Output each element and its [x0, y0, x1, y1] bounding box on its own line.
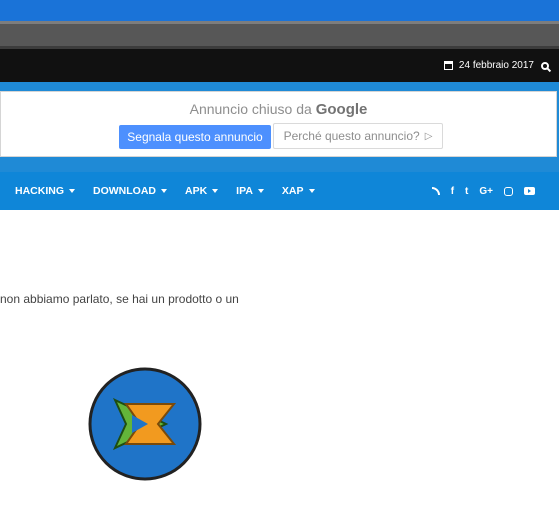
google-brand: Google: [315, 101, 368, 118]
facebook-icon[interactable]: f: [451, 186, 454, 197]
youtube-icon[interactable]: [524, 187, 535, 195]
nav-label: IPA: [236, 185, 253, 197]
nav-label: XAP: [281, 185, 304, 197]
ad-closed-title: Annuncio chiuso da Google: [1, 101, 556, 118]
nav-label: HACKING: [15, 185, 64, 197]
nav-label: APK: [185, 185, 208, 197]
browser-top-bar: [0, 0, 559, 21]
rss-icon[interactable]: [431, 187, 440, 195]
why-this-ad-label: Perché questo annuncio?: [283, 129, 420, 143]
nav-item-apk[interactable]: APK: [185, 185, 219, 197]
caret-down-icon: [308, 189, 315, 193]
social-links: f t G+: [421, 172, 535, 210]
twitter-icon[interactable]: t: [465, 186, 468, 197]
instagram-icon[interactable]: [504, 186, 513, 196]
main-nav: HACKING DOWNLOAD APK IPA XAP f t G+: [0, 172, 559, 210]
nav-item-ipa[interactable]: IPA: [236, 185, 264, 197]
google-plus-icon[interactable]: G+: [479, 186, 493, 197]
ad-title-prefix: Annuncio chiuso da: [189, 101, 316, 117]
date-label: 24 febbraio 2017: [458, 60, 534, 71]
article-text: non abbiamo parlato, se hai un prodotto …: [0, 292, 239, 306]
browser-toolbar-strip: [0, 21, 559, 49]
app-logo: [88, 367, 202, 481]
nav-label: DOWNLOAD: [93, 185, 156, 197]
caret-down-icon: [257, 189, 264, 193]
caret-down-icon: [212, 189, 219, 193]
nav-item-download[interactable]: DOWNLOAD: [93, 185, 167, 197]
search-icon[interactable]: [541, 61, 549, 70]
ad-closed-box: Annuncio chiuso da Google Segnala questo…: [0, 91, 557, 157]
nav-item-xap[interactable]: XAP: [282, 185, 315, 197]
nav-item-hacking[interactable]: HACKING: [15, 185, 75, 197]
top-bar: 24 febbraio 2017: [0, 49, 559, 82]
calendar-icon: [443, 61, 453, 70]
caret-down-icon: [69, 189, 75, 193]
report-ad-button[interactable]: Segnala questo annuncio: [119, 125, 271, 149]
why-this-ad-button[interactable]: Perché questo annuncio? ▷: [273, 123, 443, 149]
caret-down-icon: [161, 189, 167, 193]
play-outline-icon: ▷: [424, 130, 433, 142]
